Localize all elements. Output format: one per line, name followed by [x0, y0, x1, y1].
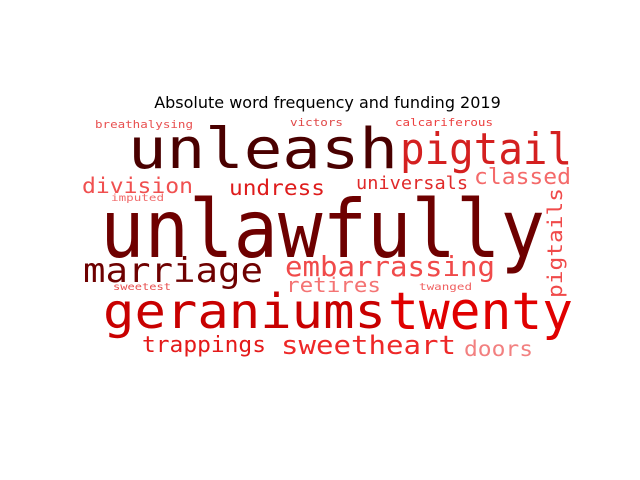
word-universals: universals [356, 173, 469, 194]
word-doors: doors [464, 337, 534, 361]
word-imputed: imputed [111, 193, 165, 204]
word-pigtails: pigtails [543, 187, 567, 298]
chart-title: Absolute word frequency and funding 2019 [154, 93, 501, 112]
word-cloud-chart: Absolute word frequency and funding 2019… [0, 0, 640, 480]
word-victors: victors [290, 116, 343, 129]
word-trappings: trappings [142, 333, 266, 358]
word-retires: retires [286, 273, 382, 297]
word-calcariferous: calcariferous [395, 116, 493, 129]
word-sweetheart: sweetheart [281, 331, 457, 361]
word-breathalysing: breathalysing [95, 118, 193, 131]
word-sweetest: sweetest [113, 282, 171, 293]
word-marriage: marriage [83, 251, 263, 291]
word-classed: classed [474, 165, 571, 190]
word-undress: undress [229, 176, 326, 200]
word-twanged: twanged [419, 282, 473, 293]
